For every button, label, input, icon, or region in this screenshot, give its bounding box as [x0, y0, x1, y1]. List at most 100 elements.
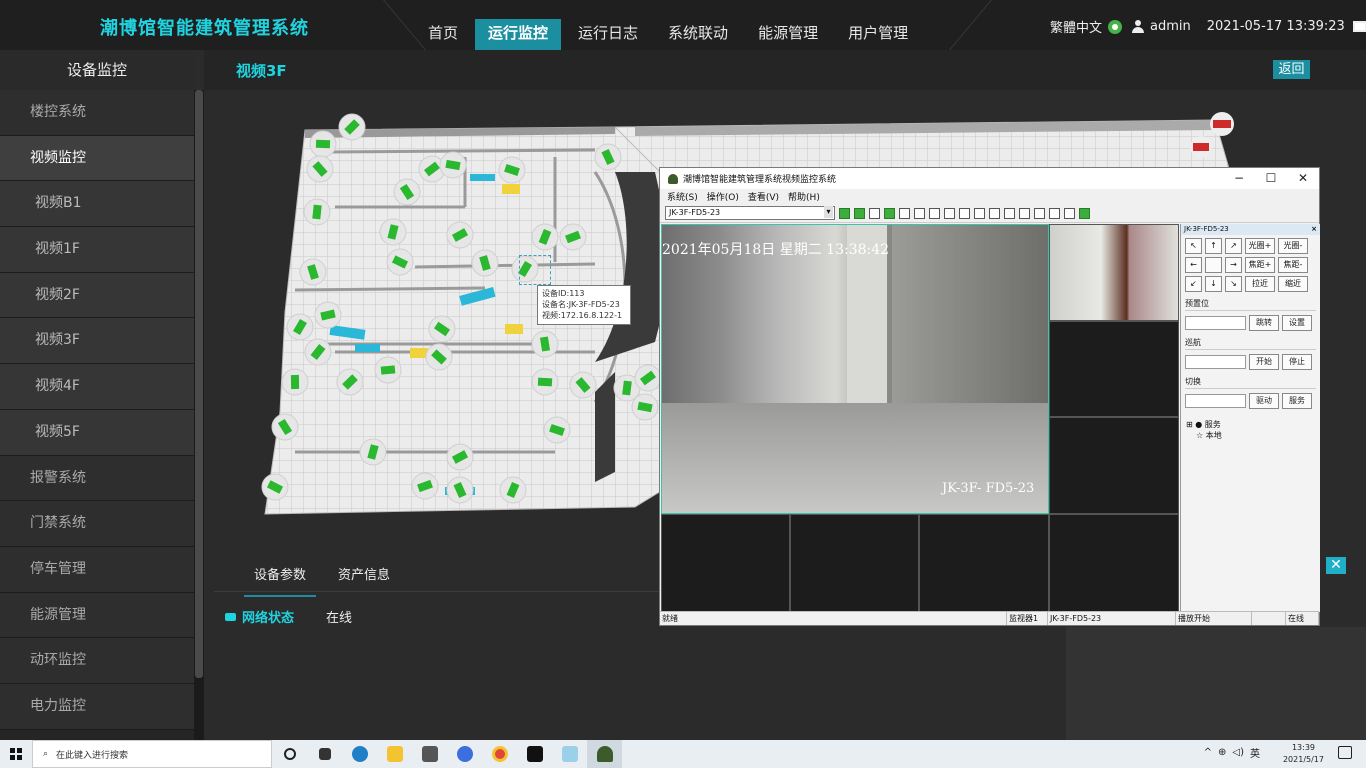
main-video-feed[interactable]: 2021年05月18日 星期二 13:38:42 JK-3F- FD5-23	[661, 224, 1049, 514]
chrome-icon[interactable]	[482, 740, 517, 768]
nav-linkage[interactable]: 系统联动	[655, 19, 741, 50]
video-cell-7[interactable]	[919, 514, 1049, 612]
tree-node-service[interactable]: ⊞ ● 服务	[1186, 419, 1320, 430]
sidebar-scrollbar[interactable]	[194, 90, 204, 740]
ptz-left[interactable]: ←	[1185, 257, 1202, 273]
start-button[interactable]	[0, 740, 32, 768]
fullscreen-icon[interactable]	[1079, 207, 1090, 219]
volume-icon[interactable]: ◁)	[1232, 747, 1244, 758]
sidebar-item-video-1f[interactable]: 视频1F	[0, 227, 194, 273]
widgets-icon[interactable]	[307, 740, 342, 768]
close-panel-button[interactable]: ✕	[1326, 557, 1346, 574]
search-icon[interactable]	[914, 207, 925, 219]
chevron-up-icon[interactable]: ^	[1204, 747, 1212, 758]
layout-16-icon[interactable]	[989, 207, 1000, 219]
nav-energy[interactable]: 能源管理	[745, 19, 831, 50]
username[interactable]: admin	[1150, 19, 1191, 34]
ptz-up[interactable]: ↑	[1205, 238, 1222, 254]
zoom-in-button[interactable]: 拉近	[1245, 276, 1275, 292]
switch-service-button[interactable]: 服务	[1282, 393, 1312, 409]
record-icon[interactable]	[839, 207, 850, 219]
cancel-icon[interactable]	[899, 207, 910, 219]
sidebar-item-video-4f[interactable]: 视频4F	[0, 364, 194, 410]
ptz-right[interactable]: →	[1225, 257, 1242, 273]
sidebar-item-video[interactable]: 视频监控	[0, 135, 194, 182]
edge-icon[interactable]	[342, 740, 377, 768]
close-window-button[interactable]: ✕	[1287, 168, 1319, 189]
menu-help[interactable]: 帮助(H)	[788, 190, 820, 203]
nav-logs[interactable]: 运行日志	[565, 19, 651, 50]
cruise-input[interactable]	[1185, 355, 1246, 369]
video-cell-6[interactable]	[790, 514, 919, 612]
save-icon[interactable]	[929, 207, 940, 219]
ptz-down-right[interactable]: ↘	[1225, 276, 1242, 292]
back-button[interactable]: 返回	[1273, 60, 1310, 79]
video-cell-8[interactable]	[1049, 514, 1179, 612]
sidebar-item-environment[interactable]: 动环监控	[0, 638, 194, 684]
window-titlebar[interactable]: 潮博馆智能建筑管理系统视频监控系统 − ☐ ✕	[660, 168, 1319, 189]
sidebar-item-parking[interactable]: 停车管理	[0, 546, 194, 593]
terminal-icon[interactable]	[517, 740, 552, 768]
paint-icon[interactable]	[552, 740, 587, 768]
ptz-center[interactable]	[1205, 257, 1222, 273]
preset-input[interactable]	[1185, 316, 1246, 330]
tab-device-params[interactable]: 设备参数	[244, 562, 317, 597]
ptz-down-left[interactable]: ↙	[1185, 276, 1202, 292]
taskbar-clock[interactable]: 13:39 2021/5/17	[1283, 742, 1324, 766]
switch-input[interactable]	[1185, 394, 1246, 408]
notification-icon[interactable]	[1338, 746, 1352, 759]
scrollbar-thumb[interactable]	[195, 90, 203, 678]
video-cell-2[interactable]	[1049, 224, 1179, 321]
sidebar-item-video-3f[interactable]: 视频3F	[0, 318, 194, 365]
ptz-close-button[interactable]: ×	[1311, 224, 1317, 235]
input-language[interactable]: 英	[1250, 745, 1260, 760]
ptz-up-left[interactable]: ↖	[1185, 238, 1202, 254]
tree-node-local[interactable]: ☆ 本地	[1186, 430, 1320, 441]
video-cell-5[interactable]	[661, 514, 790, 612]
snapshot-icon[interactable]	[869, 207, 880, 219]
preset-set-button[interactable]: 设置	[1282, 315, 1312, 331]
menu-system[interactable]: 系统(S)	[667, 190, 698, 203]
ptz-up-right[interactable]: ↗	[1225, 238, 1242, 254]
cruise-stop-button[interactable]: 停止	[1282, 354, 1312, 370]
maximize-button[interactable]: ☐	[1255, 168, 1287, 189]
layout-custom-icon[interactable]	[1064, 207, 1075, 219]
nav-monitoring[interactable]: 运行监控	[475, 19, 562, 50]
app-l-icon[interactable]	[447, 740, 482, 768]
selected-device-marker[interactable]	[519, 255, 551, 285]
minimize-button[interactable]: −	[1223, 168, 1255, 189]
menu-view[interactable]: 查看(V)	[748, 190, 779, 203]
sidebar-item-video-b1[interactable]: 视频B1	[0, 181, 194, 228]
tab-asset-info[interactable]: 资产信息	[338, 562, 390, 597]
sidebar-item-video-2f[interactable]: 视频2F	[0, 272, 194, 319]
layout-6-icon[interactable]	[1004, 207, 1015, 219]
focus-minus-button[interactable]: 焦距-	[1278, 257, 1308, 273]
sidebar-item-access[interactable]: 门禁系统	[0, 501, 194, 547]
network-tray-icon[interactable]: ⊕	[1218, 747, 1226, 758]
nav-users[interactable]: 用户管理	[835, 19, 921, 50]
file-explorer-icon[interactable]	[377, 740, 412, 768]
focus-plus-button[interactable]: 焦距+	[1245, 257, 1275, 273]
sidebar-item-energy[interactable]: 能源管理	[0, 592, 194, 639]
sidebar-item-building-control[interactable]: 楼控系统	[0, 90, 194, 136]
video-cell-3[interactable]	[1049, 321, 1179, 417]
cruise-start-button[interactable]: 开始	[1249, 354, 1279, 370]
layout-1-icon[interactable]	[944, 207, 955, 219]
sidebar-item-alarm[interactable]: 报警系统	[0, 455, 194, 502]
sidebar-item-power[interactable]: 电力监控	[0, 683, 194, 730]
layout-13-icon[interactable]	[1049, 207, 1060, 219]
stop-icon[interactable]	[854, 207, 865, 219]
sidebar-item-video-5f[interactable]: 视频5F	[0, 409, 194, 456]
ptz-down[interactable]: ↓	[1205, 276, 1222, 292]
fullscreen-icon[interactable]	[1352, 21, 1366, 32]
zoom-out-button[interactable]: 缩近	[1278, 276, 1308, 292]
video-cell-4[interactable]	[1049, 417, 1179, 514]
layout-8-icon[interactable]	[1019, 207, 1030, 219]
nav-home[interactable]: 首页	[415, 19, 471, 50]
language-switch[interactable]: 繁體中文	[1050, 17, 1102, 36]
preset-go-button[interactable]: 跳转	[1249, 315, 1279, 331]
iris-plus-button[interactable]: 光圈+	[1245, 238, 1275, 254]
taskbar-search[interactable]: ⌕ 在此键入进行搜索	[32, 740, 272, 768]
menu-operate[interactable]: 操作(O)	[707, 190, 739, 203]
video-app-icon[interactable]	[587, 740, 622, 768]
